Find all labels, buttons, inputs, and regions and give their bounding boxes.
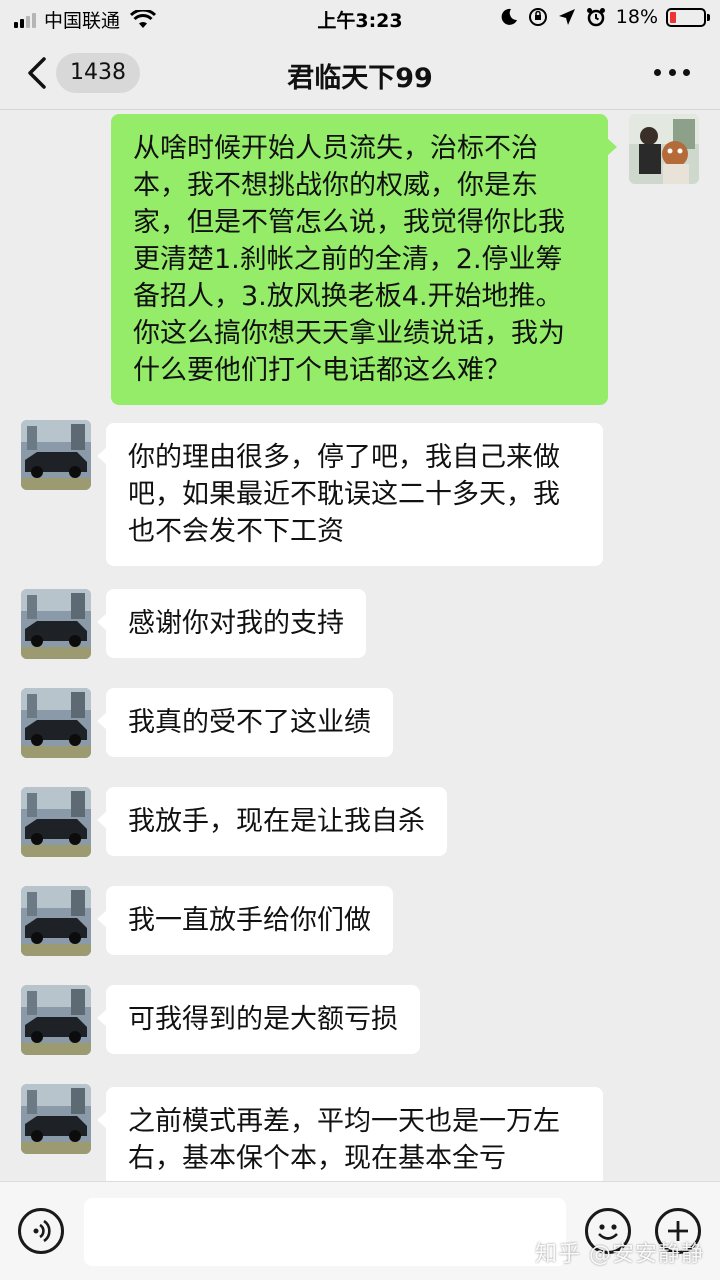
chat-nav-bar: 1438 君临天下99: [0, 36, 720, 110]
my-avatar[interactable]: [629, 114, 699, 184]
moon-icon: [500, 8, 518, 26]
message-bubble[interactable]: 我真的受不了这业绩: [97, 688, 393, 757]
chat-message-list[interactable]: 从啥时候开始人员流失，治标不治本，我不想挑战你的权威，你是东家，但是不管怎么说，…: [0, 111, 720, 1181]
message-incoming: 我真的受不了这业绩: [0, 688, 720, 768]
message-bubble[interactable]: 之前模式再差，平均一天也是一万左右，基本保个本，现在基本全亏: [97, 1087, 603, 1181]
watermark-text: 知乎 @安安静静: [535, 1242, 704, 1267]
message-incoming: 之前模式再差，平均一天也是一万左右，基本保个本，现在基本全亏: [0, 1084, 720, 1181]
message-bubble[interactable]: 从啥时候开始人员流失，治标不治本，我不想挑战你的权威，你是东家，但是不管怎么说，…: [111, 114, 617, 405]
message-bubble[interactable]: 我放手，现在是让我自杀: [97, 787, 447, 856]
more-dots-icon[interactable]: [654, 66, 690, 78]
message-incoming: 可我得到的是大额亏损: [0, 985, 720, 1065]
message-incoming: 你的理由很多，停了吧，我自己来做吧，如果最近不耽误这二十多天，我也不会发不下工资: [0, 420, 720, 570]
contact-avatar[interactable]: [21, 886, 91, 956]
chat-title: 君临天下99: [287, 63, 433, 94]
message-incoming: 我放手，现在是让我自杀: [0, 787, 720, 867]
battery-icon: [666, 7, 710, 27]
voice-icon[interactable]: [18, 1208, 64, 1254]
message-input[interactable]: [84, 1198, 566, 1266]
status-bar: 中国联通 上午3:23 18%: [0, 0, 720, 36]
contact-avatar[interactable]: [21, 589, 91, 659]
orientation-lock-icon: [528, 7, 548, 27]
status-right: 18%: [490, 6, 710, 28]
message-outgoing: 从啥时候开始人员流失，治标不治本，我不想挑战你的权威，你是东家，但是不管怎么说，…: [0, 111, 720, 405]
contact-avatar[interactable]: [21, 1084, 91, 1154]
location-icon: [558, 8, 576, 26]
battery-percent: 18%: [615, 6, 658, 28]
battery-fill: [670, 11, 676, 23]
alarm-icon: [586, 7, 606, 27]
message-bubble[interactable]: 感谢你对我的支持: [97, 589, 366, 658]
message-bubble[interactable]: 可我得到的是大额亏损: [97, 985, 420, 1054]
contact-avatar[interactable]: [21, 985, 91, 1055]
message-incoming: 我一直放手给你们做: [0, 886, 720, 966]
contact-avatar[interactable]: [21, 787, 91, 857]
contact-avatar[interactable]: [21, 420, 91, 490]
message-bubble[interactable]: 我一直放手给你们做: [97, 886, 393, 955]
message-bubble[interactable]: 你的理由很多，停了吧，我自己来做吧，如果最近不耽误这二十多天，我也不会发不下工资: [97, 423, 603, 566]
message-incoming: 感谢你对我的支持: [0, 589, 720, 669]
contact-avatar[interactable]: [21, 688, 91, 758]
